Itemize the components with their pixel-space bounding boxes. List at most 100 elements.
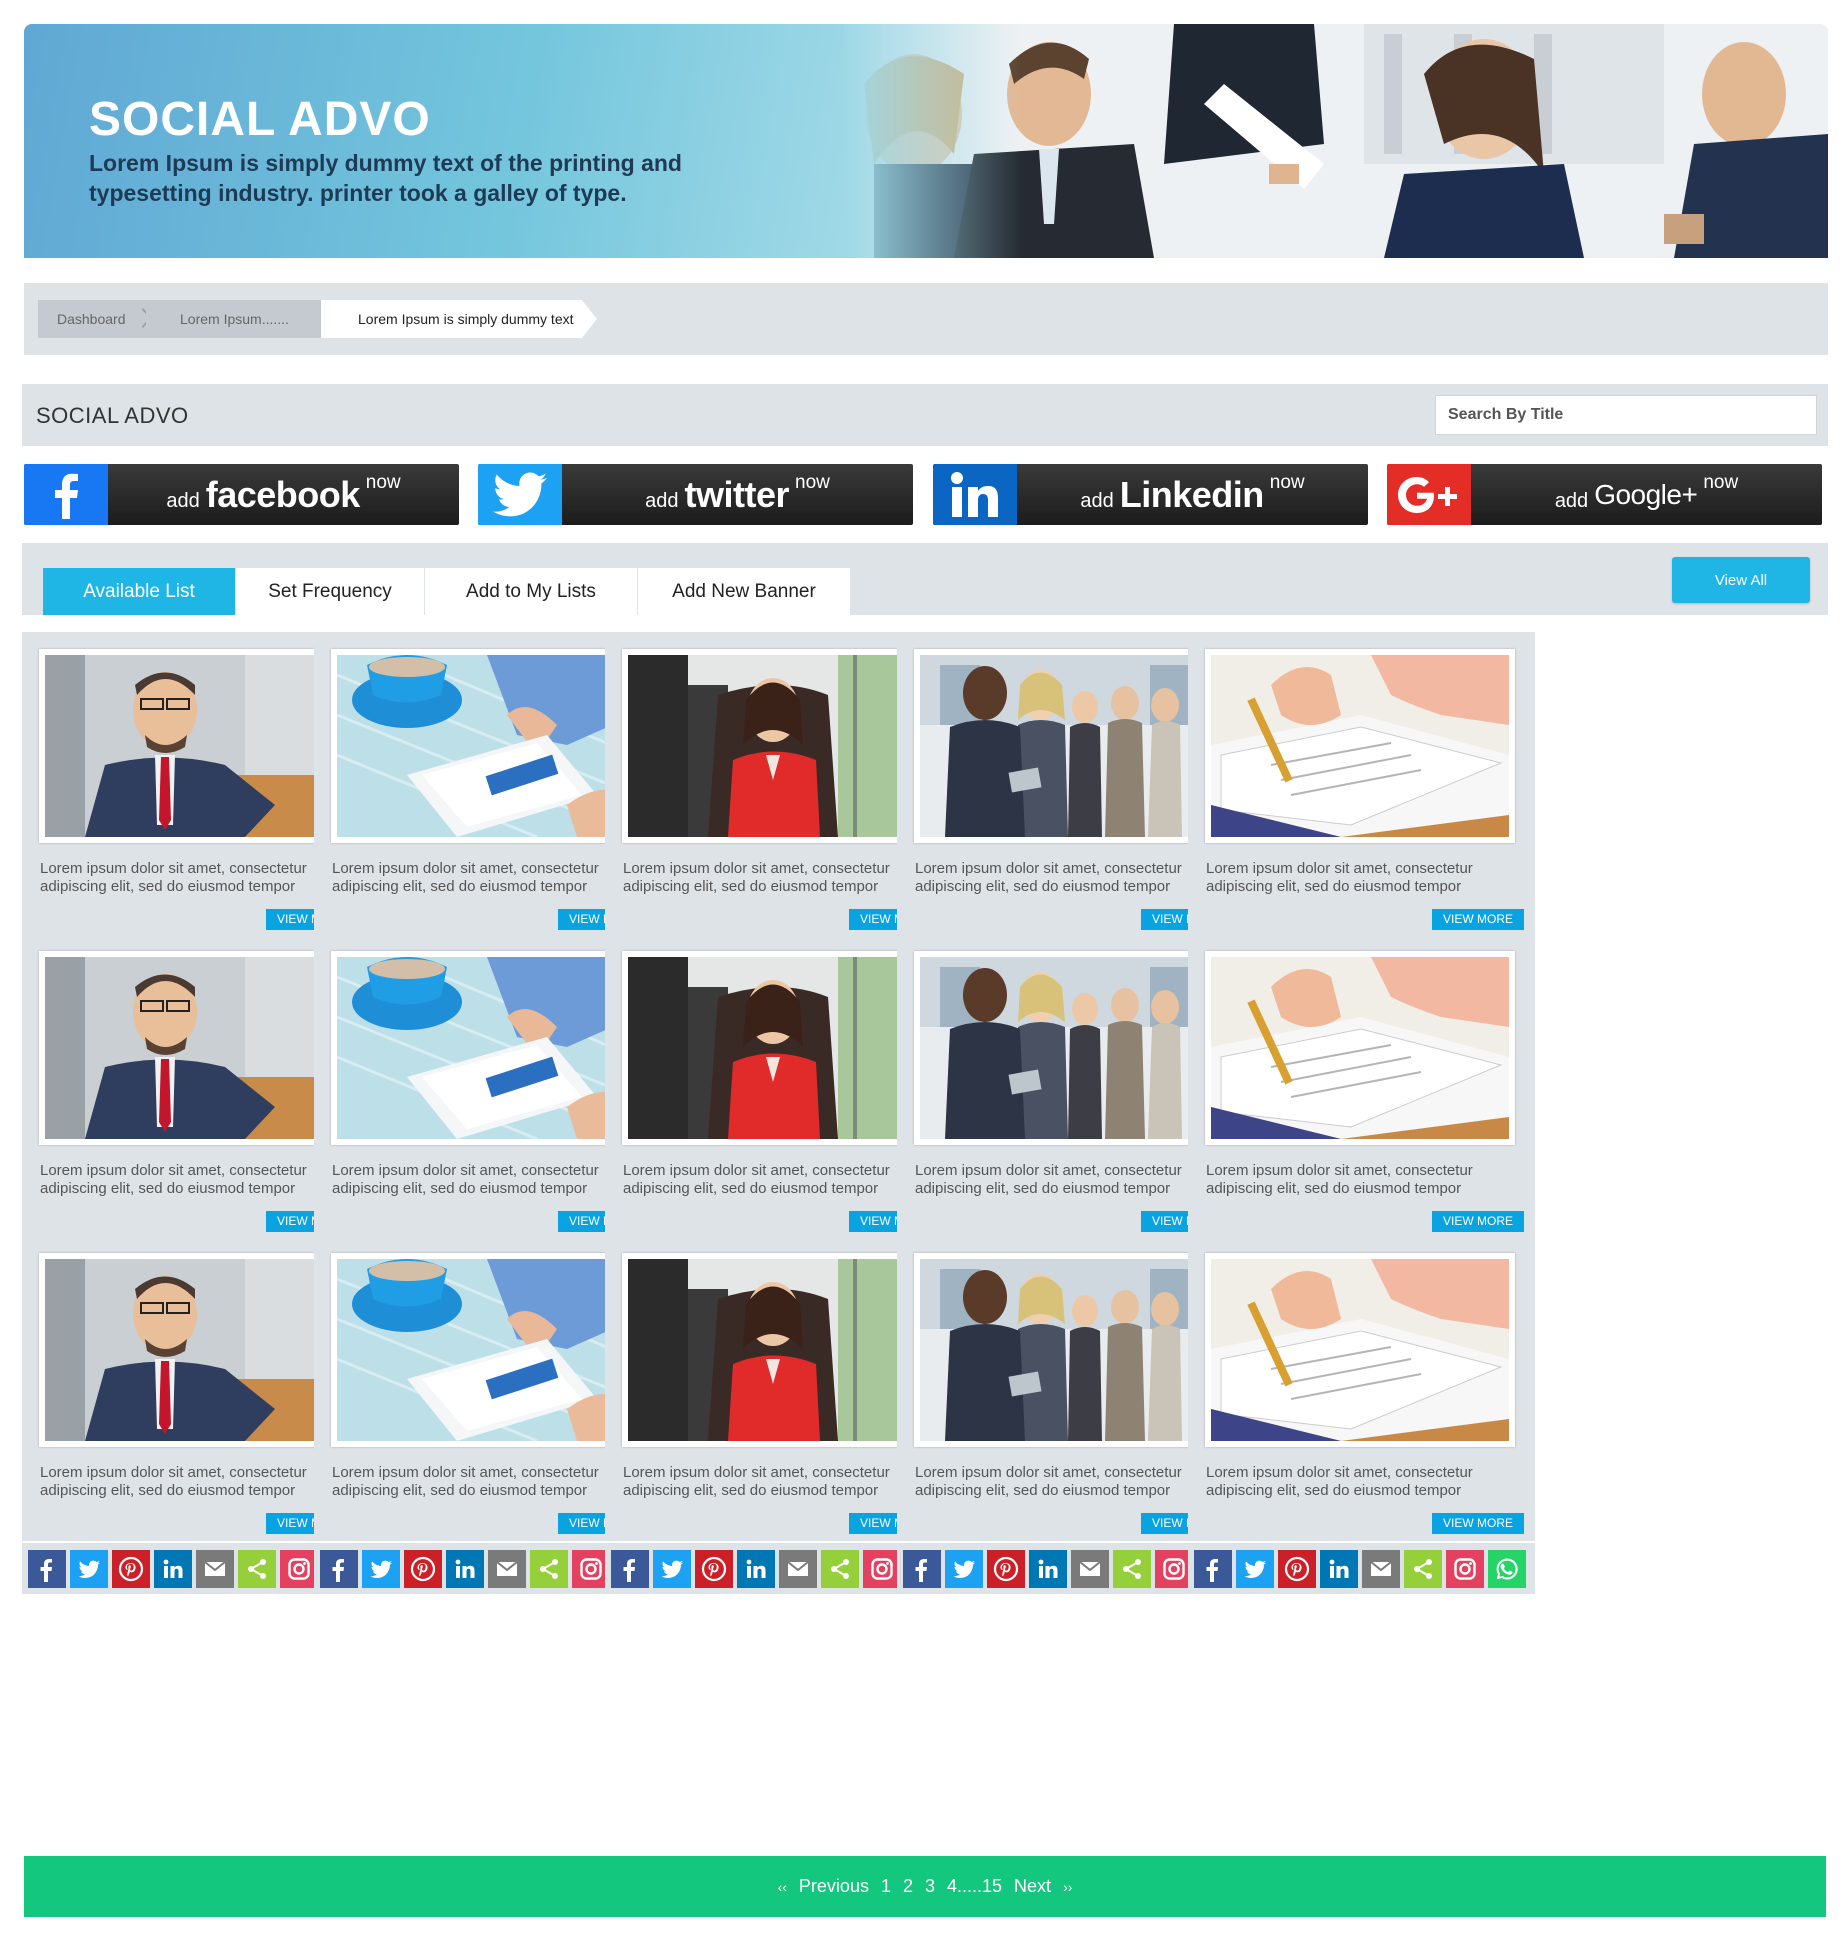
businessman-smiling-image — [45, 655, 343, 837]
share-pinterest-button[interactable] — [987, 1550, 1025, 1588]
banner-image[interactable] — [914, 951, 1224, 1145]
share-email-button[interactable] — [779, 1550, 817, 1588]
share-instagram-button[interactable] — [1446, 1550, 1484, 1588]
banner-image[interactable] — [39, 951, 349, 1145]
share-email-button[interactable] — [196, 1550, 234, 1588]
share-share-button[interactable] — [238, 1550, 276, 1588]
add-linkedin-button[interactable]: add Linkedin now — [933, 464, 1368, 525]
email-icon — [204, 1561, 226, 1576]
cta-brand-label: Linkedin — [1119, 473, 1265, 515]
share-email-button[interactable] — [488, 1550, 526, 1588]
share-bar — [1188, 1541, 1535, 1594]
share-facebook-button[interactable] — [28, 1550, 66, 1588]
cta-add-label: add — [1554, 490, 1589, 512]
banner-image[interactable] — [622, 1253, 932, 1447]
linkedin-icon — [746, 1559, 766, 1578]
next-page-button[interactable]: Next — [1008, 1876, 1057, 1897]
banner-description: Lorem ipsum dolor sit amet, consectetur … — [623, 1464, 890, 1499]
next-arrow-icon[interactable]: ›› — [1057, 1879, 1078, 1895]
share-linkedin-button[interactable] — [737, 1550, 775, 1588]
view-all-button[interactable]: View All — [1672, 557, 1810, 603]
view-more-button[interactable]: VIEW MORE — [1432, 909, 1524, 930]
tabs-bar: Available List Set Frequency Add to My L… — [22, 543, 1828, 615]
tab-add-new-banner[interactable]: Add New Banner — [638, 568, 851, 615]
instagram-icon — [288, 1558, 310, 1580]
share-email-button[interactable] — [1362, 1550, 1400, 1588]
page-link-range[interactable]: 4.....15 — [941, 1876, 1008, 1897]
share-email-button[interactable] — [1071, 1550, 1109, 1588]
email-icon — [496, 1561, 518, 1576]
share-twitter-button[interactable] — [945, 1550, 983, 1588]
share-linkedin-button[interactable] — [1320, 1550, 1358, 1588]
share-pinterest-button[interactable] — [112, 1550, 150, 1588]
banner-description: Lorem ipsum dolor sit amet, consectetur … — [915, 1162, 1182, 1197]
section-title: SOCIAL ADVO — [36, 403, 189, 428]
tab-set-frequency[interactable]: Set Frequency — [236, 568, 425, 615]
share-instagram-button[interactable] — [280, 1550, 318, 1588]
banner-image[interactable] — [914, 649, 1224, 843]
instagram-icon — [1163, 1558, 1185, 1580]
share-twitter-button[interactable] — [362, 1550, 400, 1588]
view-more-button[interactable]: VIEW MORE — [1432, 1211, 1524, 1232]
view-more-button[interactable]: VIEW MORE — [1432, 1513, 1524, 1534]
share-facebook-button[interactable] — [611, 1550, 649, 1588]
page-link-1[interactable]: 1 — [875, 1876, 897, 1897]
share-linkedin-button[interactable] — [446, 1550, 484, 1588]
banner-image[interactable] — [331, 649, 641, 843]
email-icon — [1079, 1561, 1101, 1576]
banner-description: Lorem ipsum dolor sit amet, consectetur … — [623, 860, 890, 895]
share-pinterest-button[interactable] — [695, 1550, 733, 1588]
share-icon — [1414, 1559, 1432, 1579]
breadcrumb-item-dashboard[interactable]: Dashboard — [38, 300, 153, 338]
add-facebook-button[interactable]: add facebook now — [24, 464, 459, 525]
cta-add-label: add — [166, 490, 200, 512]
share-pinterest-button[interactable] — [404, 1550, 442, 1588]
page-link-2[interactable]: 2 — [897, 1876, 919, 1897]
share-share-button[interactable] — [1404, 1550, 1442, 1588]
add-twitter-button[interactable]: add twitter now — [478, 464, 913, 525]
section-header: SOCIAL ADVO — [22, 384, 1828, 446]
banner-image[interactable] — [1205, 649, 1515, 843]
linkedin-icon — [933, 464, 1017, 525]
share-share-button[interactable] — [821, 1550, 859, 1588]
share-facebook-button[interactable] — [320, 1550, 358, 1588]
share-share-button[interactable] — [530, 1550, 568, 1588]
banner-image[interactable] — [331, 951, 641, 1145]
banner-image[interactable] — [622, 649, 932, 843]
banner-image[interactable] — [622, 951, 932, 1145]
banner-image[interactable] — [914, 1253, 1224, 1447]
share-twitter-button[interactable] — [653, 1550, 691, 1588]
whatsapp-icon — [1496, 1558, 1518, 1580]
banner-image[interactable] — [1205, 951, 1515, 1145]
share-instagram-button[interactable] — [863, 1550, 901, 1588]
share-twitter-button[interactable] — [1236, 1550, 1274, 1588]
businesswoman-red-jacket-image — [628, 655, 926, 837]
breadcrumb-item-label: Lorem Ipsum....... — [180, 311, 289, 327]
breadcrumb: Dashboard Lorem Ipsum....... Lorem Ipsum… — [38, 300, 597, 338]
share-whatsapp-button[interactable] — [1488, 1550, 1526, 1588]
banner-image[interactable] — [39, 649, 349, 843]
share-facebook-button[interactable] — [903, 1550, 941, 1588]
prev-arrow-icon[interactable]: ‹‹ — [772, 1879, 793, 1895]
previous-page-button[interactable]: Previous — [793, 1876, 875, 1897]
linkedin-icon — [1038, 1559, 1058, 1578]
share-linkedin-button[interactable] — [1029, 1550, 1067, 1588]
share-facebook-button[interactable] — [1194, 1550, 1232, 1588]
share-linkedin-button[interactable] — [154, 1550, 192, 1588]
banner-image[interactable] — [1205, 1253, 1515, 1447]
add-google-plus-button[interactable]: add Google+ now — [1387, 464, 1822, 525]
banner-image[interactable] — [331, 1253, 641, 1447]
banner-description: Lorem ipsum dolor sit amet, consectetur … — [332, 860, 599, 895]
tab-add-to-my-lists[interactable]: Add to My Lists — [425, 568, 638, 615]
share-share-button[interactable] — [1113, 1550, 1151, 1588]
share-twitter-button[interactable] — [70, 1550, 108, 1588]
share-pinterest-button[interactable] — [1278, 1550, 1316, 1588]
breadcrumb-item-lorem[interactable]: Lorem Ipsum....... — [146, 300, 321, 338]
banner-image[interactable] — [39, 1253, 349, 1447]
linkedin-icon — [455, 1559, 475, 1578]
tab-available-list[interactable]: Available List — [43, 568, 236, 615]
facebook-icon — [40, 1559, 52, 1582]
page-link-3[interactable]: 3 — [919, 1876, 941, 1897]
cta-now-label: now — [365, 472, 401, 493]
search-input[interactable] — [1435, 395, 1817, 435]
